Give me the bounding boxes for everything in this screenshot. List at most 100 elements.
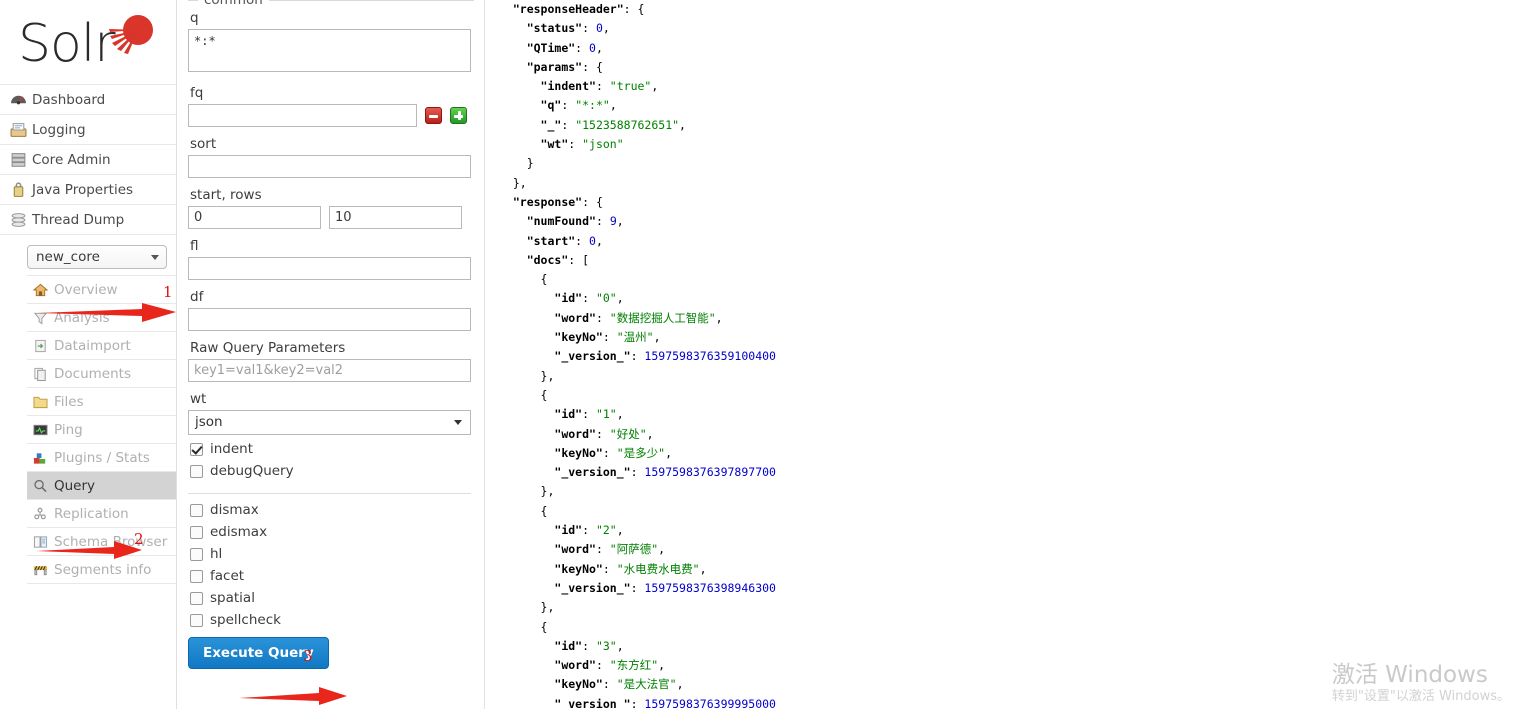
book-icon [33, 535, 48, 548]
sidebar-label: Java Properties [32, 181, 134, 198]
sidebar-item-files[interactable]: Files [27, 388, 176, 416]
hl-checkbox-row[interactable]: hl [190, 546, 474, 562]
indent-checkbox[interactable] [190, 442, 203, 456]
query-response-panel: "responseHeader": { "status": 0, "QTime"… [485, 0, 1536, 709]
sidebar-label: Logging [32, 121, 86, 138]
df-label: df [190, 289, 204, 305]
divider [188, 493, 471, 494]
facet-label: facet [210, 568, 245, 584]
debugquery-checkbox-row[interactable]: debugQuery [190, 463, 474, 479]
debugquery-checkbox[interactable] [190, 464, 203, 478]
sidebar-item-logging[interactable]: Logging [0, 115, 176, 145]
start-input[interactable] [188, 206, 321, 229]
sidebar-item-query[interactable]: Query [27, 472, 176, 500]
java-properties-icon [13, 181, 24, 197]
raw-query-parameters-input[interactable] [188, 359, 471, 382]
logging-icon [10, 122, 27, 137]
ping-icon [33, 424, 48, 435]
facet-checkbox-row[interactable]: facet [190, 568, 474, 584]
chevron-down-icon [454, 420, 462, 425]
core-selector-value: new_core [36, 249, 100, 265]
sidebar-item-dataimport[interactable]: Dataimport [27, 332, 176, 360]
sidebar-label: Schema Browser [54, 533, 168, 550]
dismax-checkbox[interactable] [190, 503, 203, 517]
core-admin-icon [11, 152, 26, 167]
sidebar-label: Ping [54, 421, 83, 438]
execute-query-button[interactable]: Execute Query [188, 637, 329, 669]
sidebar-item-analysis[interactable]: Analysis [27, 304, 176, 332]
chevron-down-icon [151, 255, 159, 260]
common-fieldset: common [188, 0, 474, 8]
df-input[interactable] [188, 308, 471, 331]
facet-checkbox[interactable] [190, 569, 203, 583]
hl-label: hl [210, 546, 223, 562]
sidebar-item-core-admin[interactable]: Core Admin [0, 145, 176, 175]
spellcheck-checkbox-row[interactable]: spellcheck [190, 612, 474, 628]
sort-label: sort [190, 136, 217, 152]
edismax-label: edismax [210, 524, 268, 540]
sidebar-core-nav: Overview Analysis Dataimport Documents F… [27, 275, 176, 584]
replication-icon [34, 507, 46, 519]
edismax-checkbox[interactable] [190, 525, 203, 539]
solr-logo[interactable]: Solr [0, 0, 176, 84]
sidebar-label: Analysis [54, 309, 110, 326]
sidebar-label: Thread Dump [32, 211, 125, 228]
spellcheck-checkbox[interactable] [190, 613, 203, 627]
sidebar-item-schema-browser[interactable]: Schema Browser [27, 528, 176, 556]
sidebar-item-dashboard[interactable]: Dashboard [0, 85, 176, 115]
indent-checkbox-row[interactable]: indent [190, 441, 474, 457]
spatial-checkbox[interactable] [190, 591, 203, 605]
spatial-label: spatial [210, 590, 255, 606]
wt-select[interactable]: json [188, 410, 471, 435]
solr-sunburst-icon [109, 15, 153, 54]
q-input[interactable] [188, 29, 471, 72]
sidebar-label: Dataimport [54, 337, 131, 354]
documents-icon [34, 367, 46, 381]
sidebar-item-plugins-stats[interactable]: Plugins / Stats [27, 444, 176, 472]
segments-icon [33, 565, 48, 575]
spatial-checkbox-row[interactable]: spatial [190, 590, 474, 606]
sidebar-item-replication[interactable]: Replication [27, 500, 176, 528]
sidebar-item-documents[interactable]: Documents [27, 360, 176, 388]
sidebar-label: Query [54, 477, 96, 494]
sidebar: Solr Dashboard Logging Core Admin Java P… [0, 0, 177, 709]
sidebar-label: Replication [54, 505, 129, 522]
funnel-icon [33, 312, 48, 325]
sidebar-item-ping[interactable]: Ping [27, 416, 176, 444]
spellcheck-label: spellcheck [210, 612, 281, 628]
sidebar-item-overview[interactable]: Overview [27, 276, 176, 304]
dismax-label: dismax [210, 502, 259, 518]
sidebar-label: Segments info [54, 561, 152, 578]
home-icon [33, 283, 48, 296]
remove-fq-button[interactable] [425, 107, 442, 124]
sidebar-item-segments-info[interactable]: Segments info [27, 556, 176, 584]
sort-input[interactable] [188, 155, 471, 178]
core-selector-wrap: new_core [0, 235, 176, 275]
sidebar-item-java-properties[interactable]: Java Properties [0, 175, 176, 205]
fq-input[interactable] [188, 104, 417, 127]
add-fq-button[interactable] [450, 107, 467, 124]
indent-label: indent [210, 441, 254, 457]
solr-admin-app: Solr Dashboard Logging Core Admin Java P… [0, 0, 1536, 709]
start-rows-label: start, rows [190, 187, 262, 203]
fq-row [188, 104, 474, 127]
rows-input[interactable] [329, 206, 462, 229]
solr-logo-text: Solr [18, 14, 116, 74]
core-selector[interactable]: new_core [27, 245, 167, 269]
sidebar-label: Documents [54, 365, 131, 382]
sidebar-label: Files [54, 393, 84, 410]
edismax-checkbox-row[interactable]: edismax [190, 524, 474, 540]
json-response: "responseHeader": { "status": 0, "QTime"… [512, 2, 776, 709]
thread-dump-icon [11, 212, 26, 227]
plugins-icon [33, 452, 46, 464]
query-form-panel: common q fq sort start, rows fl df Raw Q… [177, 0, 485, 709]
folder-icon [33, 396, 48, 408]
sidebar-label: Dashboard [32, 91, 106, 108]
sidebar-label: Overview [54, 281, 118, 298]
q-label: q [190, 10, 199, 26]
sidebar-item-thread-dump[interactable]: Thread Dump [0, 205, 176, 235]
fl-input[interactable] [188, 257, 471, 280]
dismax-checkbox-row[interactable]: dismax [190, 502, 474, 518]
debugquery-label: debugQuery [210, 463, 294, 479]
hl-checkbox[interactable] [190, 547, 203, 561]
